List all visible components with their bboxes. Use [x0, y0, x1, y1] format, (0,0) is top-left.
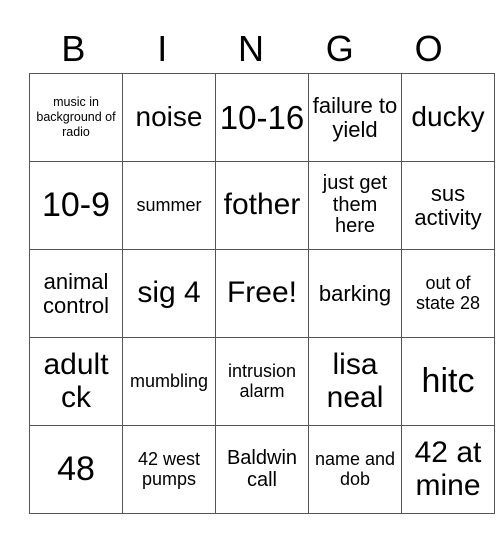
bingo-cell[interactable]: 10-16 [215, 73, 309, 162]
bingo-cell[interactable]: 10-9 [29, 161, 123, 250]
header-letter-i: I [157, 28, 168, 69]
bingo-cell[interactable]: 42 at mine [401, 425, 495, 514]
bingo-cell[interactable]: just get them here [308, 161, 402, 250]
bingo-cell[interactable]: failure to yield [308, 73, 402, 162]
bingo-cell[interactable]: sus activity [401, 161, 495, 250]
bingo-cell[interactable]: Baldwin call [215, 425, 309, 514]
bingo-cell[interactable]: 42 west pumps [122, 425, 216, 514]
bingo-cell[interactable]: name and dob [308, 425, 402, 514]
bingo-cell[interactable]: music in background of radio [29, 73, 123, 162]
bingo-row: adult ck mumbling intrusion alarm lisa n… [29, 337, 495, 426]
header-letter-b: B [61, 28, 86, 69]
bingo-row: 10-9 summer fother just get them here su… [29, 161, 495, 250]
bingo-cell[interactable]: ducky [401, 73, 495, 162]
bingo-cell[interactable]: barking [308, 249, 402, 338]
bingo-cell[interactable]: mumbling [122, 337, 216, 426]
bingo-header: B I N G O [29, 26, 473, 72]
header-letter-g: G [325, 28, 354, 69]
bingo-cell[interactable]: 48 [29, 425, 123, 514]
bingo-row: music in background of radio noise 10-16… [29, 73, 495, 162]
bingo-free-cell[interactable]: Free! [215, 249, 309, 338]
bingo-row: 48 42 west pumps Baldwin call name and d… [29, 425, 495, 514]
bingo-cell[interactable]: out of state 28 [401, 249, 495, 338]
bingo-cell[interactable]: animal control [29, 249, 123, 338]
bingo-cell[interactable]: intrusion alarm [215, 337, 309, 426]
bingo-cell[interactable]: summer [122, 161, 216, 250]
bingo-cell[interactable]: sig 4 [122, 249, 216, 338]
header-letter-n: N [237, 28, 264, 69]
bingo-cell[interactable]: lisa neal [308, 337, 402, 426]
bingo-grid: music in background of radio noise 10-16… [29, 73, 495, 514]
bingo-cell[interactable]: adult ck [29, 337, 123, 426]
header-letter-o: O [414, 28, 443, 69]
bingo-cell[interactable]: hitc [401, 337, 495, 426]
bingo-row: animal control sig 4 Free! barking out o… [29, 249, 495, 338]
bingo-cell[interactable]: noise [122, 73, 216, 162]
bingo-cell[interactable]: fother [215, 161, 309, 250]
